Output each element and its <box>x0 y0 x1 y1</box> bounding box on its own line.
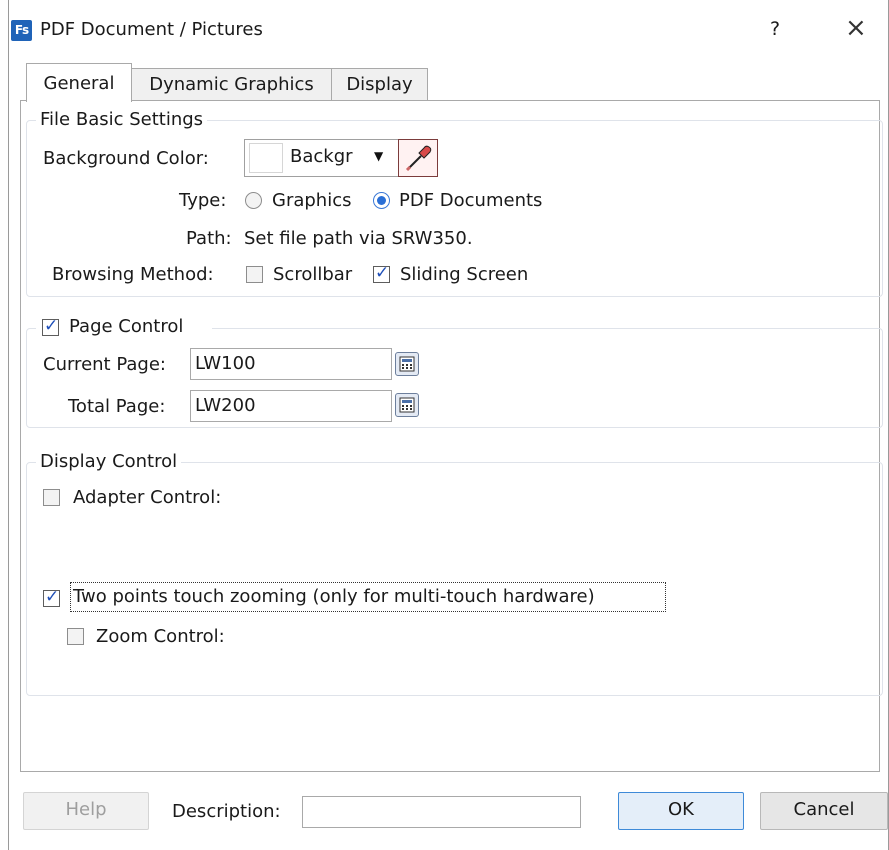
app-icon: Fs <box>11 20 32 41</box>
calculator-icon[interactable] <box>395 393 419 417</box>
two-point-zoom-checkbox[interactable] <box>43 587 60 607</box>
cancel-button[interactable]: Cancel <box>760 792 888 830</box>
adapter-control-checkbox[interactable] <box>43 489 60 506</box>
type-pdf-radio[interactable] <box>373 192 390 209</box>
file-basic-settings-label: File Basic Settings <box>36 109 208 131</box>
description-label: Description: <box>172 801 281 822</box>
current-page-value: LW100 <box>195 353 256 374</box>
two-point-zoom-label[interactable]: Two points touch zooming (only for multi… <box>73 585 595 609</box>
background-color-value: Backgr <box>290 146 353 167</box>
scrollbar-label[interactable]: Scrollbar <box>273 263 352 287</box>
chevron-down-icon[interactable]: ▼ <box>374 150 383 162</box>
current-page-input[interactable]: LW100 <box>190 348 392 380</box>
calculator-icon[interactable] <box>395 352 419 376</box>
page-control-label[interactable]: Page Control <box>69 315 183 339</box>
type-pdf-label[interactable]: PDF Documents <box>399 189 542 213</box>
zoom-control-label[interactable]: Zoom Control: <box>96 625 225 649</box>
scrollbar-checkbox[interactable] <box>246 266 263 283</box>
close-button[interactable]: × <box>845 12 867 44</box>
display-control-label: Display Control <box>36 451 182 473</box>
current-page-label: Current Page: <box>43 354 166 375</box>
eyedropper-button[interactable] <box>398 139 438 177</box>
total-page-input[interactable]: LW200 <box>190 390 392 422</box>
type-graphics-label[interactable]: Graphics <box>272 189 352 213</box>
background-color-swatch <box>249 143 283 173</box>
type-label: Type: <box>179 190 227 211</box>
total-page-value: LW200 <box>195 395 256 416</box>
window-title: PDF Document / Pictures <box>40 19 263 40</box>
ok-button[interactable]: OK <box>618 792 744 830</box>
path-value: Set file path via SRW350. <box>244 228 473 249</box>
help-question-button[interactable]: ? <box>770 16 780 42</box>
tab-general[interactable]: General <box>26 63 132 102</box>
window-border-left <box>8 0 9 850</box>
total-page-label: Total Page: <box>68 396 166 417</box>
sliding-screen-label[interactable]: Sliding Screen <box>400 263 528 287</box>
eyedropper-icon <box>405 145 432 172</box>
adapter-control-label[interactable]: Adapter Control: <box>73 486 221 510</box>
browsing-method-label: Browsing Method: <box>52 264 214 285</box>
zoom-control-checkbox[interactable] <box>67 628 84 645</box>
description-input[interactable] <box>302 796 581 828</box>
help-button[interactable]: Help <box>23 792 149 830</box>
type-graphics-radio[interactable] <box>245 192 262 209</box>
page-control-checkbox[interactable] <box>42 316 59 336</box>
path-label: Path: <box>186 228 232 249</box>
background-color-label: Background Color: <box>43 148 209 169</box>
sliding-screen-checkbox[interactable] <box>373 263 390 283</box>
tab-display[interactable]: Display <box>331 68 428 101</box>
tab-dynamic-graphics[interactable]: Dynamic Graphics <box>131 68 332 101</box>
